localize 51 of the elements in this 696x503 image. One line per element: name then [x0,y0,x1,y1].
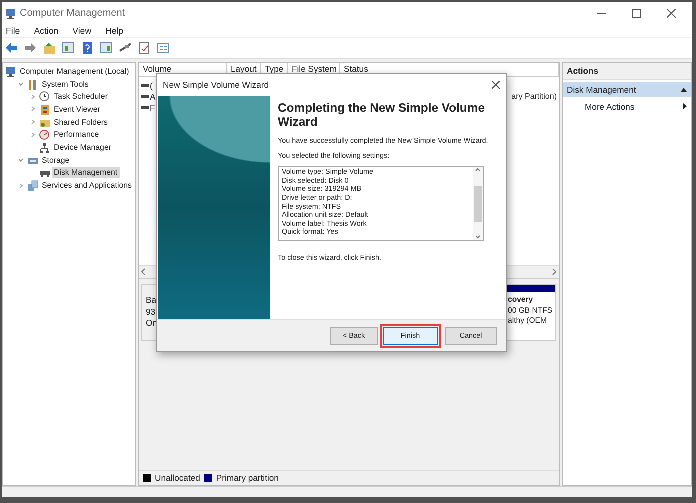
device-icon [39,142,50,153]
menu-item[interactable]: View [72,26,92,36]
console-tree-icon[interactable] [62,42,75,54]
legend-label: Primary partition [216,473,279,483]
scrollbar-thumb[interactable] [474,186,482,222]
collapsed-caret-icon[interactable] [30,132,36,138]
volume-status: ary Partition) [512,92,558,101]
collapsed-caret-icon[interactable] [18,182,24,189]
wizard-heading: Completing the New Simple Volume Wizard [278,101,486,129]
scrollbar[interactable] [473,167,483,240]
disk-info: 93 [146,306,157,318]
expanded-caret-icon[interactable] [18,81,24,88]
menu-item[interactable]: Help [106,26,124,36]
panel-icon[interactable] [100,42,113,54]
volume-name: A [150,92,156,102]
app-icon [5,8,16,18]
close-icon[interactable] [667,8,676,18]
collapsed-caret-icon[interactable] [30,94,36,100]
scroll-up-icon[interactable] [475,167,481,172]
maximize-icon[interactable] [632,8,641,18]
forward-arrow-icon[interactable] [24,42,37,54]
close-icon[interactable] [492,81,500,89]
collapsed-caret-icon[interactable] [30,119,36,126]
connect-icon[interactable] [119,42,132,54]
clock-icon [39,91,50,102]
disk-info: Ba [146,295,158,306]
scroll-down-icon[interactable] [475,235,481,240]
expanded-caret-icon[interactable] [18,157,24,164]
list-view-icon[interactable] [157,42,170,54]
menu-item[interactable]: File [6,26,20,36]
log-icon [39,104,50,115]
volume-name: ( [150,80,153,90]
collapsed-caret-icon[interactable] [30,106,36,112]
submenu-arrow-icon[interactable] [683,103,687,110]
collapse-icon[interactable] [681,87,687,92]
action-group-header[interactable]: Disk Management [563,82,691,97]
back-arrow-icon[interactable] [5,42,18,54]
actions-title: Actions [563,63,691,80]
window-title: Computer Management [20,8,126,18]
dialog-title: New Simple Volume Wizard [163,80,270,90]
action-menu-item[interactable]: More Actions [563,99,691,114]
tools-icon [27,78,38,90]
gauge-icon [39,129,50,140]
menu-item[interactable]: Action [34,26,59,36]
help-icon[interactable] [81,42,94,54]
properties-icon[interactable] [138,42,151,54]
volume-name: F [150,102,156,112]
computer-icon [5,66,16,77]
legend-label: Unallocated [155,473,200,483]
services-icon [27,180,38,192]
folder-up-icon[interactable] [43,42,56,54]
